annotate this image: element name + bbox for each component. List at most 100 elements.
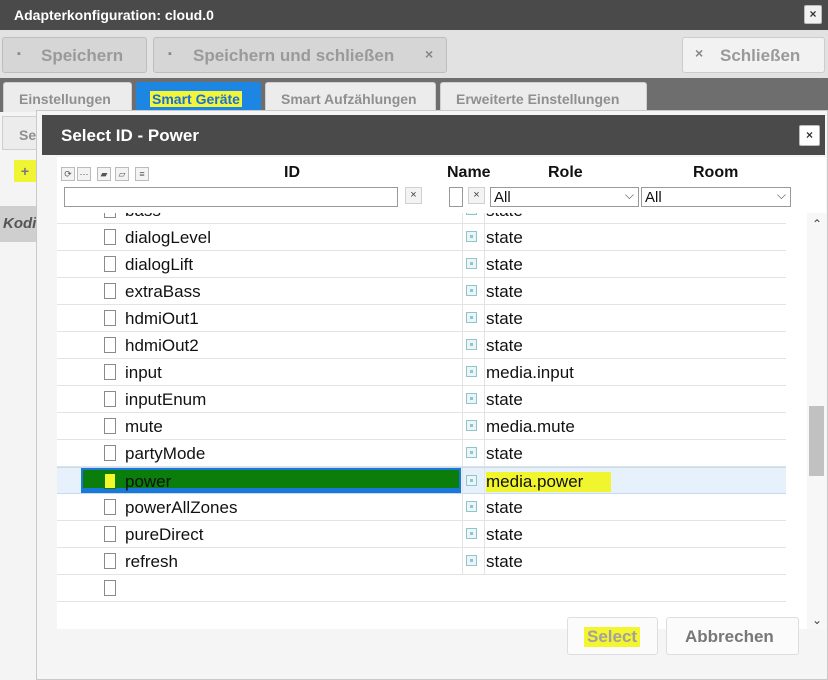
window-title: Adapterkonfiguration: cloud.0 xyxy=(14,7,214,23)
row-name-cell xyxy=(462,548,485,575)
table-row[interactable]: refresh state xyxy=(57,548,786,575)
close-button[interactable]: × Schließen xyxy=(682,37,825,73)
state-icon xyxy=(466,501,477,512)
tab-label: Smart Geräte xyxy=(150,91,242,107)
row-id: hdmiOut1 xyxy=(125,309,199,328)
object-tree-panel: ⟳ ⋯ ▰ ▱ ≡ ID Name Role Room × × All ⌵ Al… xyxy=(57,157,826,629)
table-row[interactable]: dialogLevel state xyxy=(57,224,786,251)
table-row[interactable]: pureDirect state xyxy=(57,521,786,548)
window-close-button[interactable]: × xyxy=(804,5,822,24)
tab-erweiterte-einstellungen[interactable]: Erweiterte Einstellungen xyxy=(440,82,647,112)
state-icon xyxy=(466,285,477,296)
scrollbar-thumb[interactable] xyxy=(809,406,824,476)
tab-smart-geraete[interactable]: Smart Geräte xyxy=(136,82,261,112)
row-name-cell xyxy=(462,224,485,251)
tab-bar: Einstellungen Smart Geräte Smart Aufzähl… xyxy=(0,78,828,112)
table-row[interactable]: dialogLift state xyxy=(57,251,786,278)
table-row[interactable]: bass state xyxy=(57,213,786,224)
table-row[interactable]: inputEnum state xyxy=(57,386,786,413)
sort-icon[interactable]: ≡ xyxy=(135,167,149,181)
row-role: state xyxy=(486,228,523,247)
row-name-cell xyxy=(462,305,485,332)
plus-icon: + xyxy=(20,163,30,179)
table-row[interactable]: input media.input xyxy=(57,359,786,386)
folder-expand-icon[interactable]: ▱ xyxy=(115,167,129,181)
row-role: media.power xyxy=(486,472,612,492)
close-icon: × xyxy=(805,128,813,142)
table-row[interactable] xyxy=(57,575,786,602)
device-row-label: Kodi xyxy=(3,215,37,232)
scroll-up-icon[interactable]: ⌃ xyxy=(812,217,822,231)
row-role: state xyxy=(486,336,523,355)
table-row[interactable]: partyMode state xyxy=(57,440,786,467)
scroll-down-icon[interactable]: ⌄ xyxy=(812,613,822,627)
chevron-down-icon: ⌵ xyxy=(624,188,634,202)
state-icon xyxy=(466,312,477,323)
table-row-selected[interactable]: power media.power xyxy=(57,467,786,495)
close-icon: × xyxy=(809,7,817,21)
file-icon xyxy=(104,229,116,245)
row-name-cell xyxy=(462,332,485,359)
row-id: inputEnum xyxy=(125,390,207,409)
row-name-cell xyxy=(462,440,485,467)
tab-smart-aufzaehlungen[interactable]: Smart Aufzählungen xyxy=(265,82,436,112)
dialog-title: Select ID - Power xyxy=(61,126,199,145)
dialog-close-button[interactable]: × xyxy=(799,125,820,146)
file-icon xyxy=(104,391,116,407)
folder-collapse-icon[interactable]: ▰ xyxy=(97,167,111,181)
state-icon xyxy=(466,475,477,486)
clear-icon: × xyxy=(410,189,417,201)
room-filter-value: All xyxy=(645,189,662,206)
table-row[interactable]: extraBass state xyxy=(57,278,786,305)
vertical-scrollbar[interactable]: ⌃ ⌄ xyxy=(807,213,826,629)
id-filter-clear-button[interactable]: × xyxy=(405,187,422,204)
row-id: power xyxy=(125,472,172,491)
file-icon xyxy=(104,526,116,542)
save-button[interactable]: ▪ Speichern xyxy=(2,37,147,73)
select-id-dialog: Select ID - Power × ⟳ ⋯ ▰ ▱ ≡ ID Name Ro… xyxy=(36,110,828,680)
select-button-label: Select xyxy=(584,627,641,647)
row-id: input xyxy=(125,363,162,382)
name-filter-input[interactable] xyxy=(449,187,463,207)
room-filter-select[interactable]: All ⌵ xyxy=(641,187,791,207)
table-row[interactable]: powerAllZones state xyxy=(57,494,786,521)
state-icon xyxy=(466,366,477,377)
row-role: state xyxy=(486,213,523,221)
row-role: state xyxy=(486,390,523,409)
row-role: media.mute xyxy=(486,417,575,436)
row-id: partyMode xyxy=(125,444,206,463)
list-view-icon[interactable]: ⋯ xyxy=(77,167,91,181)
row-name-cell xyxy=(462,494,485,521)
row-role: state xyxy=(486,444,523,463)
row-name-cell xyxy=(462,278,485,305)
row-id: powerAllZones xyxy=(125,498,238,517)
column-header-name[interactable]: Name xyxy=(447,164,491,182)
row-name-cell xyxy=(462,251,485,278)
table-row[interactable]: mute media.mute xyxy=(57,413,786,440)
select-button[interactable]: Select xyxy=(567,617,658,655)
tab-einstellungen[interactable]: Einstellungen xyxy=(3,82,132,112)
column-header-id[interactable]: ID xyxy=(284,164,300,182)
save-and-close-button[interactable]: ▪ Speichern und schließen × xyxy=(153,37,447,73)
id-filter-input[interactable] xyxy=(64,187,398,207)
save-icon: ▪ xyxy=(17,48,21,60)
column-header-room[interactable]: Room xyxy=(693,164,738,182)
table-row[interactable]: hdmiOut2 state xyxy=(57,332,786,359)
file-icon xyxy=(104,310,116,326)
table-row[interactable]: hdmiOut1 state xyxy=(57,305,786,332)
row-id: refresh xyxy=(125,552,178,571)
file-icon xyxy=(104,553,116,569)
row-id: bass xyxy=(125,213,161,221)
row-id: dialogLevel xyxy=(125,228,212,247)
add-device-button[interactable]: + xyxy=(14,160,36,182)
state-icon xyxy=(466,258,477,269)
state-icon xyxy=(466,213,477,215)
row-name-cell xyxy=(462,213,485,224)
name-filter-clear-button[interactable]: × xyxy=(468,187,485,204)
file-icon xyxy=(104,580,116,596)
row-name-cell xyxy=(462,386,485,413)
cancel-button[interactable]: Abbrechen xyxy=(666,617,799,655)
role-filter-select[interactable]: All ⌵ xyxy=(490,187,639,207)
column-header-role[interactable]: Role xyxy=(548,164,583,182)
refresh-icon[interactable]: ⟳ xyxy=(61,167,75,181)
